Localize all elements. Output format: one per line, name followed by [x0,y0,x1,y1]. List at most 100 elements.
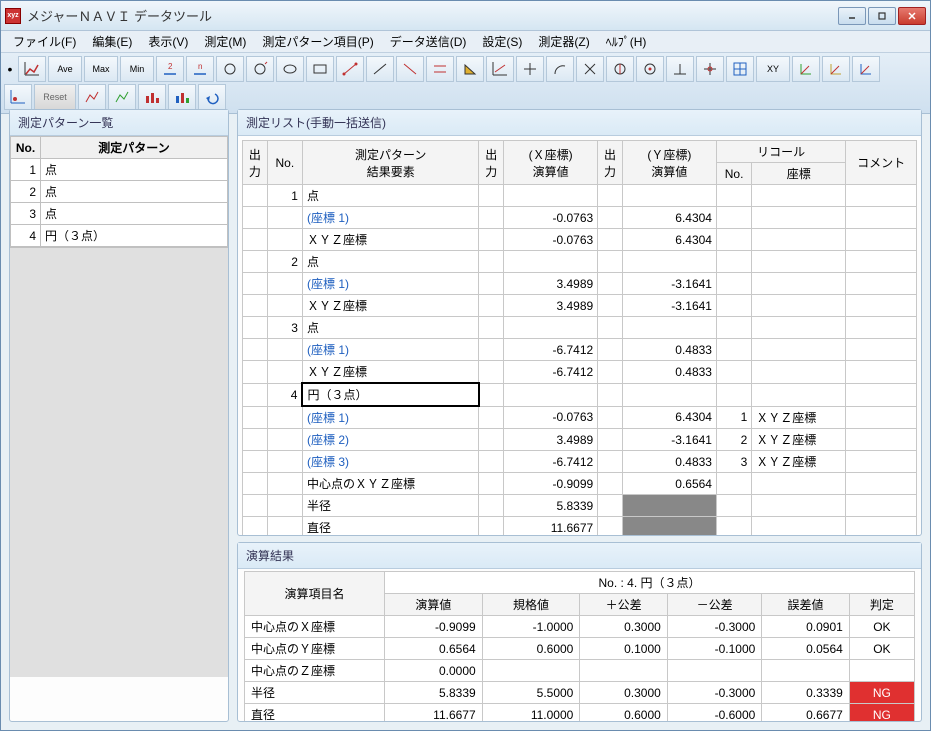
result-table[interactable]: 演算項目名 No. : 4. 円（３点） 演算値 規格値 ＋公差 －公差 誤差値… [244,571,915,721]
list-row[interactable]: ＸＹＺ座標 -6.7412 0.4833 [243,361,917,384]
tool-parallel-icon[interactable] [426,56,454,82]
cell-out1 [243,361,268,384]
cell-x: -6.7412 [504,339,598,361]
cell-out3 [598,495,623,517]
pattern-row[interactable]: 4円（３点） [11,225,228,247]
pattern-row[interactable]: 1点 [11,159,228,181]
tool-graph-icon[interactable] [18,56,46,82]
pattern-row[interactable]: 3点 [11,203,228,225]
cell-out1 [243,229,268,251]
res-col-err: 誤差値 [762,594,849,616]
cell-out1 [243,473,268,495]
cell-no: 2 [267,251,302,273]
list-row[interactable]: 4 円（３点） [243,383,917,406]
cell-label: (座標 1) [302,207,478,229]
cell-x: -0.0763 [504,406,598,429]
result-row[interactable]: 直径 11.6677 11.0000 0.6000 -0.6000 0.6677… [245,704,915,722]
result-row[interactable]: 半径 5.8339 5.5000 0.3000 -0.3000 0.3339 N… [245,682,915,704]
tool-max[interactable]: Max [84,56,118,82]
tool-undo-icon[interactable] [198,84,226,110]
tool-circle-tangent-icon[interactable] [246,56,274,82]
res-calc: 0.6564 [385,638,483,660]
list-row[interactable]: 3 点 [243,317,917,339]
tool-xy[interactable]: XY [756,56,790,82]
tool-nth-icon[interactable]: n [186,56,214,82]
list-row[interactable]: 直径 11.6677 [243,517,917,536]
list-row[interactable]: (座標 1) -6.7412 0.4833 [243,339,917,361]
tool-diag3-icon[interactable] [396,56,424,82]
list-row[interactable]: (座標 1) -0.0763 6.4304 [243,207,917,229]
pattern-table[interactable]: No. 測定パターン 1点2点3点4円（３点） [10,136,228,247]
cell-x: 3.4989 [504,429,598,451]
tool-corner2-icon[interactable] [822,56,850,82]
tool-corner3-icon[interactable] [852,56,880,82]
list-row[interactable]: (座標 3) -6.7412 0.4833 3 ＸＹＺ座標 [243,451,917,473]
cell-rno: 2 [716,429,751,451]
tool-min[interactable]: Min [120,56,154,82]
result-row[interactable]: 中心点のＸ座標 -0.9099 -1.0000 0.3000 -0.3000 0… [245,616,915,638]
tool-corner1-icon[interactable] [792,56,820,82]
result-row[interactable]: 中心点のＺ座標 0.0000 [245,660,915,682]
close-button[interactable] [898,7,926,25]
tool-circle-icon[interactable] [216,56,244,82]
list-row[interactable]: 半径 5.8339 [243,495,917,517]
tool-dot-icon[interactable]: • [3,61,17,77]
tool-bars1-icon[interactable] [138,84,166,110]
cell-label: 点 [302,251,478,273]
cell-coord [752,517,846,536]
res-judge: OK [849,638,914,660]
cell-y [622,517,716,536]
tool-ave[interactable]: Ave [48,56,82,82]
list-row[interactable]: ＸＹＺ座標 -0.0763 6.4304 [243,229,917,251]
tool-half-icon[interactable]: 2 [156,56,184,82]
tool-diag2-icon[interactable] [366,56,394,82]
tool-ellipse-icon[interactable] [276,56,304,82]
res-plus: 0.3000 [580,616,667,638]
tool-axis-icon[interactable] [486,56,514,82]
result-title: 演算結果 [238,543,921,569]
tool-center-icon[interactable] [696,56,724,82]
list-row[interactable]: (座標 1) -0.0763 6.4304 1 ＸＹＺ座標 [243,406,917,429]
menu-help[interactable]: ﾍﾙﾌﾟ(H) [598,31,655,52]
tool-grid-icon[interactable] [726,56,754,82]
tool-target-icon[interactable] [636,56,664,82]
list-row[interactable]: 中心点のＸＹＺ座標 -0.9099 0.6564 [243,473,917,495]
tool-pitch-icon[interactable] [606,56,634,82]
menu-view[interactable]: 表示(V) [140,31,196,52]
tool-perpline-icon[interactable] [666,56,694,82]
maximize-button[interactable] [868,7,896,25]
cell-comment [846,251,917,273]
tool-reset[interactable]: Reset [34,84,76,110]
cell-coord: ＸＹＺ座標 [752,429,846,451]
menu-data-send[interactable]: データ送信(D) [382,31,475,52]
tool-angle-icon[interactable] [456,56,484,82]
list-row[interactable]: 1 点 [243,185,917,207]
menu-instrument[interactable]: 測定器(Z) [530,31,597,52]
tool-origin-icon[interactable] [4,84,32,110]
list-row[interactable]: (座標 2) 3.4989 -3.1641 2 ＸＹＺ座標 [243,429,917,451]
measure-list-table[interactable]: 出力 No. 測定パターン 結果要素 出力 (Ｘ座標) 演算値 出力 (Ｙ座標)… [242,140,917,535]
list-row[interactable]: (座標 1) 3.4989 -3.1641 [243,273,917,295]
tool-diag1-icon[interactable] [336,56,364,82]
pattern-row[interactable]: 2点 [11,181,228,203]
list-row[interactable]: ＸＹＺ座標 3.4989 -3.1641 [243,295,917,317]
menu-measure[interactable]: 測定(M) [196,31,254,52]
cell-out3 [598,317,623,339]
tool-x-icon[interactable] [576,56,604,82]
menu-edit[interactable]: 編集(E) [84,31,140,52]
cell-y: 0.4833 [622,361,716,384]
hdr-coord: 座標 [752,163,846,185]
menu-file[interactable]: ファイル(F) [5,31,84,52]
cell-coord [752,339,846,361]
result-row[interactable]: 中心点のＹ座標 0.6564 0.6000 0.1000 -0.1000 0.0… [245,638,915,660]
tool-arc-icon[interactable] [546,56,574,82]
menu-settings[interactable]: 設定(S) [474,31,530,52]
tool-perp-icon[interactable] [516,56,544,82]
tool-trace1-icon[interactable] [78,84,106,110]
list-row[interactable]: 2 点 [243,251,917,273]
tool-rect-icon[interactable] [306,56,334,82]
minimize-button[interactable] [838,7,866,25]
tool-trace2-icon[interactable] [108,84,136,110]
tool-bars2-icon[interactable] [168,84,196,110]
menu-pattern-item[interactable]: 測定パターン項目(P) [254,31,381,52]
